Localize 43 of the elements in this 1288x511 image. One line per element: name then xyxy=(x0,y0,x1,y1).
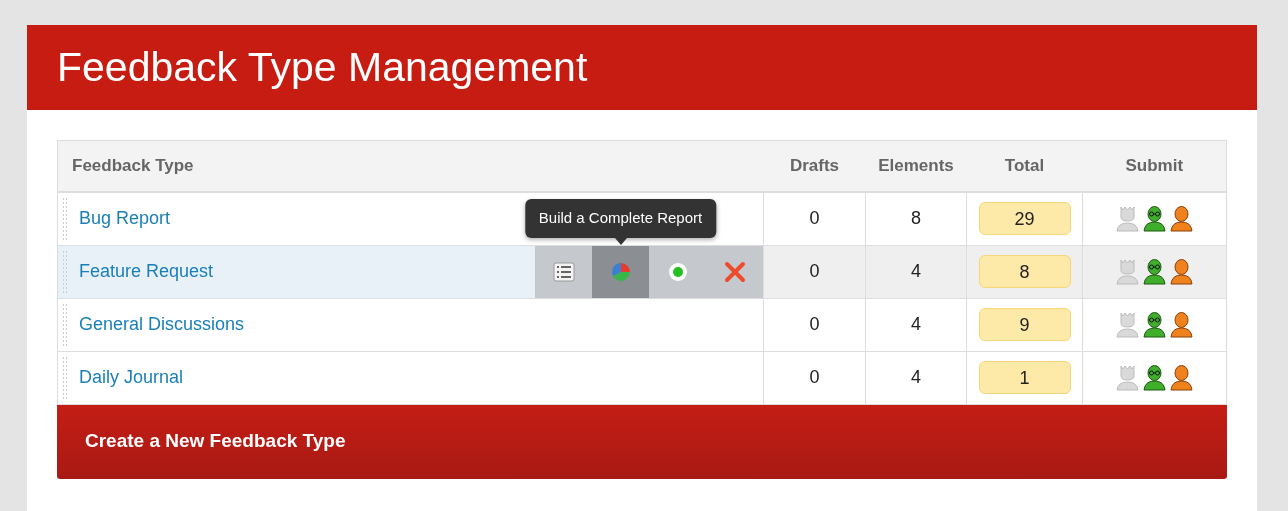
feedback-type-link[interactable]: Bug Report xyxy=(79,205,171,232)
list-icon xyxy=(552,261,575,282)
delete-icon xyxy=(723,260,746,283)
admin-user-icon xyxy=(1114,364,1141,392)
drafts-count: 0 xyxy=(809,208,820,228)
column-header: Elements xyxy=(865,140,967,192)
admin-user-icon xyxy=(1114,205,1141,233)
drafts-count: 0 xyxy=(809,367,820,387)
create-button[interactable]: Create a New Feedback Type xyxy=(57,404,1227,479)
page-title: Feedback Type Management xyxy=(57,42,588,92)
feedback-type-link[interactable]: Daily Journal xyxy=(79,364,184,391)
feedback-type-link[interactable]: General Discussions xyxy=(79,311,245,338)
elements-count: 4 xyxy=(911,314,921,334)
elements-count: 4 xyxy=(911,261,921,281)
elements-count: 8 xyxy=(911,208,921,228)
column-header: Feedback Type xyxy=(57,140,764,192)
elements-count: 4 xyxy=(911,367,921,387)
drafts-count: 0 xyxy=(809,261,820,281)
pie-chart-icon xyxy=(609,260,632,283)
user-glasses-icon xyxy=(1141,258,1168,286)
user-icon xyxy=(1168,364,1195,392)
status-dot-icon xyxy=(667,261,688,282)
user-glasses-icon xyxy=(1141,311,1168,339)
column-header: Total xyxy=(966,140,1083,192)
user-icon xyxy=(1168,205,1195,233)
drafts-count: 0 xyxy=(809,314,820,334)
user-glasses-icon xyxy=(1141,205,1168,233)
total-count: 1 xyxy=(978,361,1071,394)
delete-button[interactable] xyxy=(706,245,763,298)
total-count: 9 xyxy=(978,308,1071,341)
admin-user-icon xyxy=(1114,311,1141,339)
tooltip: Build a Complete Report xyxy=(524,199,717,238)
list-button[interactable] xyxy=(535,245,592,298)
total-count: 8 xyxy=(978,255,1071,288)
total-count: 29 xyxy=(978,202,1071,235)
admin-user-icon xyxy=(1114,258,1141,286)
user-icon xyxy=(1168,258,1195,286)
user-glasses-icon xyxy=(1141,364,1168,392)
status-dot-button[interactable] xyxy=(649,245,706,298)
feedback-type-link[interactable]: Feature Request xyxy=(79,258,214,285)
column-header: Submit xyxy=(1082,140,1227,192)
column-header: Drafts xyxy=(763,140,866,192)
user-icon xyxy=(1168,311,1195,339)
